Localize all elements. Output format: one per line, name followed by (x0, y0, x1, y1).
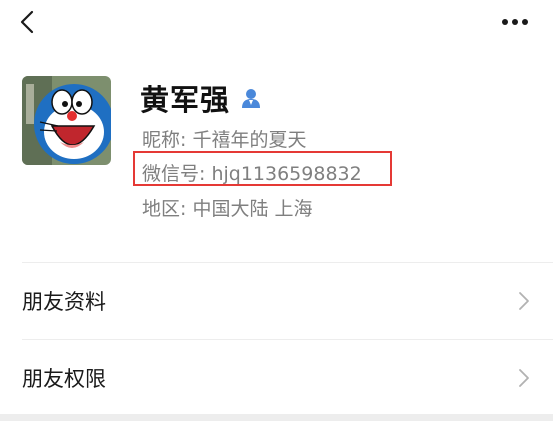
nickname-text: 昵称: 千禧年的夏天 (142, 129, 307, 151)
menu-item-label: 朋友权限 (22, 367, 106, 391)
chevron-right-icon (519, 369, 529, 387)
avatar[interactable] (22, 76, 111, 165)
male-user-icon (242, 89, 261, 108)
contact-name: 黄军强 (140, 83, 231, 117)
more-dots-icon[interactable] (501, 18, 529, 26)
menu-item-friend-permissions[interactable]: 朋友权限 (0, 340, 553, 416)
region-text: 地区: 中国大陆 上海 (142, 198, 313, 220)
section-separator (0, 414, 553, 421)
wechat-id-highlight-box (133, 151, 392, 186)
menu-item-label: 朋友资料 (22, 290, 106, 314)
menu-item-friend-info[interactable]: 朋友资料 (0, 263, 553, 339)
back-icon[interactable] (14, 8, 42, 36)
chevron-right-icon (519, 292, 529, 310)
